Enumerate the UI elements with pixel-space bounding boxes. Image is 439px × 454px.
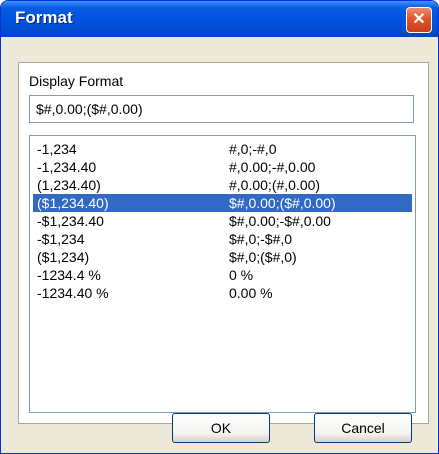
list-item[interactable]: ($1,234) $#,0;($#,0) xyxy=(33,248,412,266)
format-pattern: 0 % xyxy=(229,267,254,283)
cancel-button[interactable]: Cancel xyxy=(314,413,412,443)
format-example: -1,234.40 xyxy=(37,159,97,175)
list-item-selected[interactable]: ($1,234.40) $#,0.00;($#,0.00) xyxy=(32,193,413,213)
list-item[interactable]: -1,234.40 #,0.00;-#,0.00 xyxy=(33,158,412,176)
display-format-input[interactable]: $#,0.00;($#,0.00) xyxy=(29,95,414,123)
format-example: ($1,234) xyxy=(37,249,90,265)
format-pattern: $#,0.00;-$#,0.00 xyxy=(229,213,331,229)
format-pattern: $#,0;($#,0) xyxy=(229,249,297,265)
list-item[interactable]: (1,234.40) #,0.00;(#,0.00) xyxy=(33,176,412,194)
ok-button[interactable]: OK xyxy=(172,413,270,443)
display-format-label: Display Format xyxy=(29,73,124,89)
list-item[interactable]: -1,234 #,0;-#,0 xyxy=(33,140,412,158)
close-icon: ✕ xyxy=(412,11,426,28)
format-example: -1,234 xyxy=(37,141,77,157)
format-example: -1234.4 % xyxy=(37,267,101,283)
format-pattern: $#,0;-$#,0 xyxy=(229,231,293,247)
dialog-body: Display Format $#,0.00;($#,0.00) -1,234 … xyxy=(4,37,435,450)
close-button[interactable]: ✕ xyxy=(406,7,432,33)
format-example: ($1,234.40) xyxy=(37,195,109,211)
format-example: -1234.40 % xyxy=(37,285,109,301)
format-group: Display Format $#,0.00;($#,0.00) -1,234 … xyxy=(18,62,429,424)
format-pattern: 0.00 % xyxy=(229,285,273,301)
list-item[interactable]: -1234.40 % 0.00 % xyxy=(33,284,412,302)
format-pattern: #,0;-#,0 xyxy=(229,141,277,157)
format-example: (1,234.40) xyxy=(37,177,101,193)
format-pattern: #,0.00;-#,0.00 xyxy=(229,159,316,175)
format-example: -$1,234.40 xyxy=(37,213,104,229)
format-pattern: $#,0.00;($#,0.00) xyxy=(229,195,336,211)
dialog-title: Format xyxy=(15,8,73,27)
format-list[interactable]: -1,234 #,0;-#,0 -1,234.40 #,0.00;-#,0.00… xyxy=(29,135,416,413)
format-dialog: Format ✕ Display Format $#,0.00;($#,0.00… xyxy=(0,0,439,454)
list-item[interactable]: -1234.4 % 0 % xyxy=(33,266,412,284)
format-pattern: #,0.00;(#,0.00) xyxy=(229,177,321,193)
format-example: -$1,234 xyxy=(37,231,85,247)
list-item[interactable]: -$1,234 $#,0;-$#,0 xyxy=(33,230,412,248)
title-bar: Format ✕ xyxy=(1,1,438,37)
list-item[interactable]: -$1,234.40 $#,0.00;-$#,0.00 xyxy=(33,212,412,230)
